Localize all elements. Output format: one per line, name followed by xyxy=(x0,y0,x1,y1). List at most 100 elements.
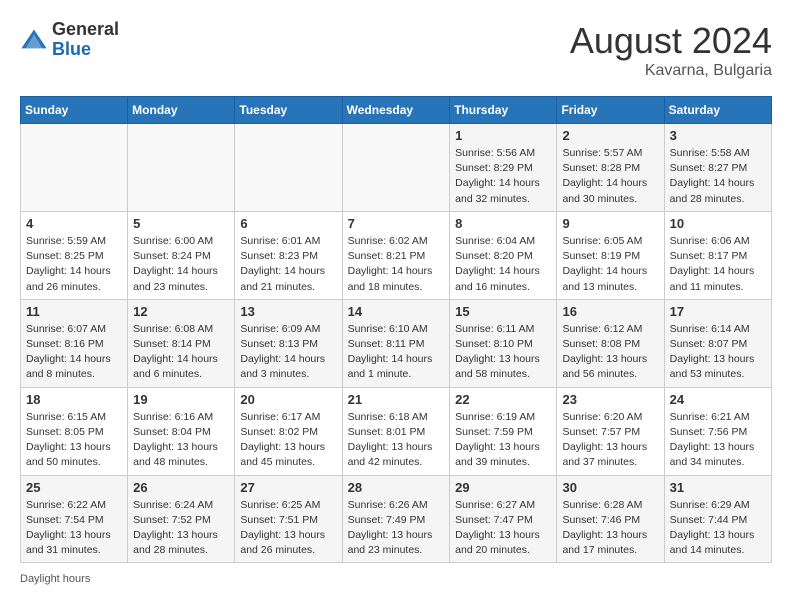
day-number: 29 xyxy=(455,480,551,495)
calendar-day-cell xyxy=(128,124,235,212)
calendar-day-cell: 27 Sunrise: 6:25 AM Sunset: 7:51 PM Dayli… xyxy=(235,475,342,563)
calendar-table: SundayMondayTuesdayWednesdayThursdayFrid… xyxy=(20,96,772,563)
calendar-day-cell: 20Sunrise: 6:17 AM Sunset: 8:02 PM Dayli… xyxy=(235,387,342,475)
day-info: Sunrise: 6:24 AM Sunset: 7:52 PM Dayligh… xyxy=(133,498,229,559)
day-number: 1 xyxy=(455,128,551,143)
calendar-day-cell: 12Sunrise: 6:08 AM Sunset: 8:14 PM Dayli… xyxy=(128,299,235,387)
calendar-day-cell: 30 Sunrise: 6:28 AM Sunset: 7:46 PM Dayli… xyxy=(557,475,664,563)
calendar-week-row: 4 Sunrise: 5:59 AM Sunset: 8:25 PM Daylig… xyxy=(21,211,772,299)
day-info: Sunrise: 6:21 AM Sunset: 7:56 PM Dayligh… xyxy=(670,410,766,471)
calendar-week-row: 1 Sunrise: 5:56 AM Sunset: 8:29 PM Daylig… xyxy=(21,124,772,212)
calendar-day-cell xyxy=(342,124,450,212)
calendar-day-cell: 19Sunrise: 6:16 AM Sunset: 8:04 PM Dayli… xyxy=(128,387,235,475)
calendar-week-row: 25 Sunrise: 6:22 AM Sunset: 7:54 PM Dayli… xyxy=(21,475,772,563)
calendar-day-cell: 18Sunrise: 6:15 AM Sunset: 8:05 PM Dayli… xyxy=(21,387,128,475)
day-number: 24 xyxy=(670,392,766,407)
day-info: Sunrise: 6:07 AM Sunset: 8:16 PM Dayligh… xyxy=(26,322,122,383)
logo-general-label: General xyxy=(52,20,119,40)
day-number: 6 xyxy=(240,216,336,231)
day-number: 4 xyxy=(26,216,122,231)
calendar-day-cell: 28 Sunrise: 6:26 AM Sunset: 7:49 PM Dayli… xyxy=(342,475,450,563)
calendar-day-cell: 6 Sunrise: 6:01 AM Sunset: 8:23 PM Daylig… xyxy=(235,211,342,299)
day-number: 30 xyxy=(562,480,658,495)
day-number: 27 xyxy=(240,480,336,495)
calendar-day-cell: 5Sunrise: 6:00 AM Sunset: 8:24 PM Daylig… xyxy=(128,211,235,299)
calendar-day-cell: 7Sunrise: 6:02 AM Sunset: 8:21 PM Daylig… xyxy=(342,211,450,299)
days-of-week-row: SundayMondayTuesdayWednesdayThursdayFrid… xyxy=(21,97,772,124)
day-number: 23 xyxy=(562,392,658,407)
day-number: 13 xyxy=(240,304,336,319)
calendar-header: SundayMondayTuesdayWednesdayThursdayFrid… xyxy=(21,97,772,124)
day-number: 11 xyxy=(26,304,122,319)
day-number: 3 xyxy=(670,128,766,143)
day-info: Sunrise: 5:58 AM Sunset: 8:27 PM Dayligh… xyxy=(670,146,766,207)
calendar-day-cell: 31 Sunrise: 6:29 AM Sunset: 7:44 PM Dayli… xyxy=(664,475,771,563)
day-info: Sunrise: 6:15 AM Sunset: 8:05 PM Dayligh… xyxy=(26,410,122,471)
day-number: 21 xyxy=(348,392,445,407)
calendar-day-cell: 23 Sunrise: 6:20 AM Sunset: 7:57 PM Dayli… xyxy=(557,387,664,475)
day-number: 26 xyxy=(133,480,229,495)
day-info: Sunrise: 6:06 AM Sunset: 8:17 PM Dayligh… xyxy=(670,234,766,295)
day-info: Sunrise: 6:18 AM Sunset: 8:01 PM Dayligh… xyxy=(348,410,445,471)
day-of-week-header: Wednesday xyxy=(342,97,450,124)
month-year-title: August 2024 xyxy=(570,20,772,62)
day-info: Sunrise: 6:08 AM Sunset: 8:14 PM Dayligh… xyxy=(133,322,229,383)
calendar-day-cell: 14Sunrise: 6:10 AM Sunset: 8:11 PM Dayli… xyxy=(342,299,450,387)
calendar-day-cell: 4 Sunrise: 5:59 AM Sunset: 8:25 PM Daylig… xyxy=(21,211,128,299)
day-info: Sunrise: 5:56 AM Sunset: 8:29 PM Dayligh… xyxy=(455,146,551,207)
day-info: Sunrise: 6:00 AM Sunset: 8:24 PM Dayligh… xyxy=(133,234,229,295)
logo: General Blue xyxy=(20,20,119,60)
calendar-week-row: 11 Sunrise: 6:07 AM Sunset: 8:16 PM Dayli… xyxy=(21,299,772,387)
logo-blue-label: Blue xyxy=(52,40,119,60)
day-info: Sunrise: 6:10 AM Sunset: 8:11 PM Dayligh… xyxy=(348,322,445,383)
day-info: Sunrise: 6:09 AM Sunset: 8:13 PM Dayligh… xyxy=(240,322,336,383)
day-info: Sunrise: 6:22 AM Sunset: 7:54 PM Dayligh… xyxy=(26,498,122,559)
day-info: Sunrise: 6:27 AM Sunset: 7:47 PM Dayligh… xyxy=(455,498,551,559)
day-info: Sunrise: 5:59 AM Sunset: 8:25 PM Dayligh… xyxy=(26,234,122,295)
calendar-day-cell: 13 Sunrise: 6:09 AM Sunset: 8:13 PM Dayli… xyxy=(235,299,342,387)
day-of-week-header: Sunday xyxy=(21,97,128,124)
calendar-day-cell: 9 Sunrise: 6:05 AM Sunset: 8:19 PM Daylig… xyxy=(557,211,664,299)
calendar-day-cell: 10 Sunrise: 6:06 AM Sunset: 8:17 PM Dayli… xyxy=(664,211,771,299)
calendar-day-cell xyxy=(235,124,342,212)
day-info: Sunrise: 6:12 AM Sunset: 8:08 PM Dayligh… xyxy=(562,322,658,383)
day-info: Sunrise: 6:17 AM Sunset: 8:02 PM Dayligh… xyxy=(240,410,336,471)
day-info: Sunrise: 6:11 AM Sunset: 8:10 PM Dayligh… xyxy=(455,322,551,383)
calendar-day-cell xyxy=(21,124,128,212)
calendar-body: 1 Sunrise: 5:56 AM Sunset: 8:29 PM Daylig… xyxy=(21,124,772,563)
day-info: Sunrise: 6:04 AM Sunset: 8:20 PM Dayligh… xyxy=(455,234,551,295)
day-number: 31 xyxy=(670,480,766,495)
footer: Daylight hours xyxy=(20,573,772,585)
day-number: 10 xyxy=(670,216,766,231)
day-info: Sunrise: 6:20 AM Sunset: 7:57 PM Dayligh… xyxy=(562,410,658,471)
day-info: Sunrise: 6:16 AM Sunset: 8:04 PM Dayligh… xyxy=(133,410,229,471)
title-block: August 2024 Kavarna, Bulgaria xyxy=(570,20,772,80)
day-number: 16 xyxy=(562,304,658,319)
logo-text: General Blue xyxy=(52,20,119,60)
calendar-day-cell: 3 Sunrise: 5:58 AM Sunset: 8:27 PM Daylig… xyxy=(664,124,771,212)
day-of-week-header: Saturday xyxy=(664,97,771,124)
location-subtitle: Kavarna, Bulgaria xyxy=(570,62,772,80)
calendar-day-cell: 26 Sunrise: 6:24 AM Sunset: 7:52 PM Dayli… xyxy=(128,475,235,563)
calendar-day-cell: 17Sunrise: 6:14 AM Sunset: 8:07 PM Dayli… xyxy=(664,299,771,387)
day-info: Sunrise: 6:28 AM Sunset: 7:46 PM Dayligh… xyxy=(562,498,658,559)
day-number: 9 xyxy=(562,216,658,231)
day-number: 15 xyxy=(455,304,551,319)
day-info: Sunrise: 6:05 AM Sunset: 8:19 PM Dayligh… xyxy=(562,234,658,295)
day-info: Sunrise: 6:19 AM Sunset: 7:59 PM Dayligh… xyxy=(455,410,551,471)
day-info: Sunrise: 6:29 AM Sunset: 7:44 PM Dayligh… xyxy=(670,498,766,559)
day-info: Sunrise: 6:26 AM Sunset: 7:49 PM Dayligh… xyxy=(348,498,445,559)
calendar-day-cell: 1 Sunrise: 5:56 AM Sunset: 8:29 PM Daylig… xyxy=(450,124,557,212)
day-of-week-header: Friday xyxy=(557,97,664,124)
day-of-week-header: Monday xyxy=(128,97,235,124)
calendar-day-cell: 29 Sunrise: 6:27 AM Sunset: 7:47 PM Dayli… xyxy=(450,475,557,563)
calendar-day-cell: 2Sunrise: 5:57 AM Sunset: 8:28 PM Daylig… xyxy=(557,124,664,212)
logo-icon xyxy=(20,26,48,54)
calendar-day-cell: 16 Sunrise: 6:12 AM Sunset: 8:08 PM Dayli… xyxy=(557,299,664,387)
day-number: 28 xyxy=(348,480,445,495)
calendar-day-cell: 21 Sunrise: 6:18 AM Sunset: 8:01 PM Dayli… xyxy=(342,387,450,475)
day-info: Sunrise: 6:01 AM Sunset: 8:23 PM Dayligh… xyxy=(240,234,336,295)
day-number: 25 xyxy=(26,480,122,495)
calendar-day-cell: 8Sunrise: 6:04 AM Sunset: 8:20 PM Daylig… xyxy=(450,211,557,299)
day-info: Sunrise: 6:25 AM Sunset: 7:51 PM Dayligh… xyxy=(240,498,336,559)
